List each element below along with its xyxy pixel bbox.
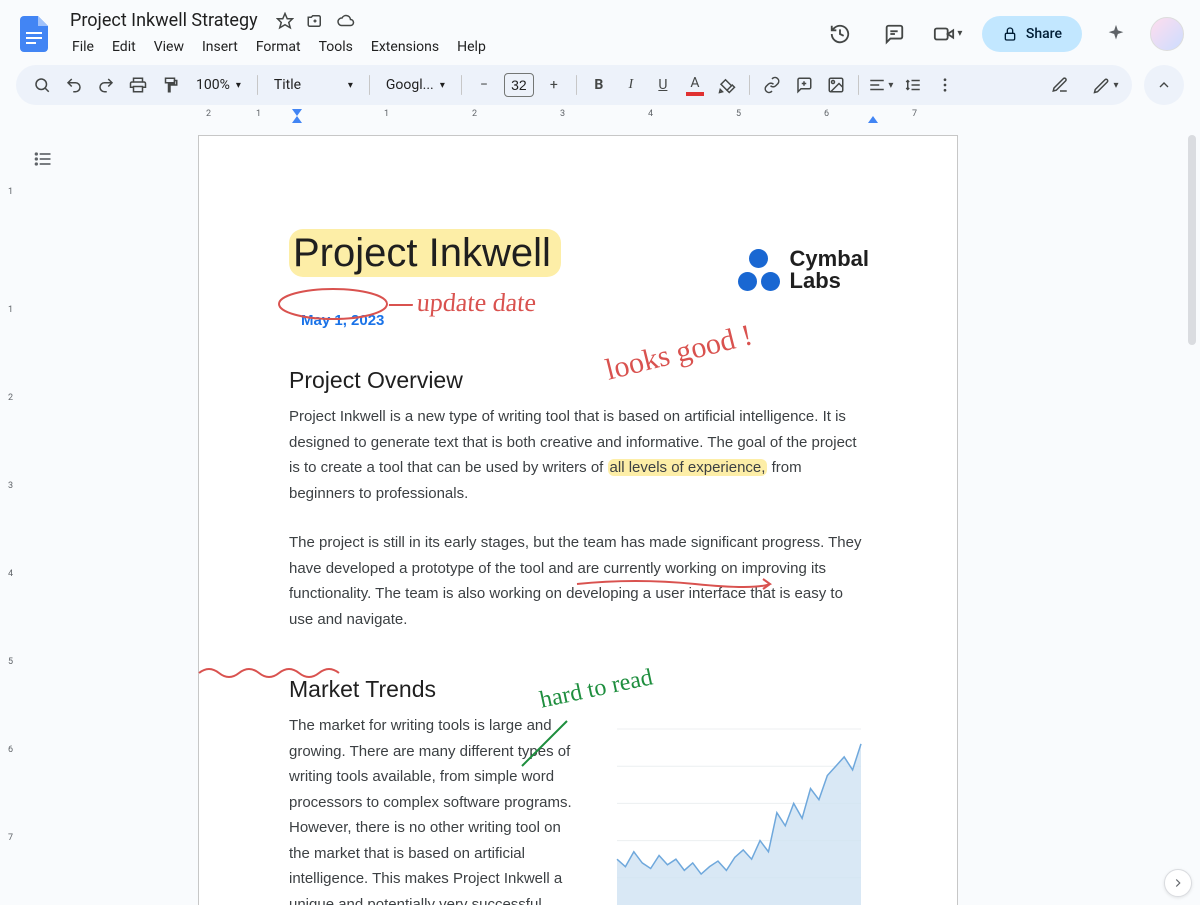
pen-tool-icon[interactable]: ▾ — [1092, 71, 1120, 99]
menu-view[interactable]: View — [146, 35, 192, 59]
ruler-number: 1 — [384, 109, 389, 119]
document-title-input[interactable]: Project Inkwell Strategy — [64, 8, 264, 33]
section-heading-overview[interactable]: Project Overview — [289, 367, 867, 394]
more-tools-icon[interactable] — [931, 71, 959, 99]
menu-extensions[interactable]: Extensions — [363, 35, 447, 59]
embedded-chart[interactable] — [597, 719, 867, 905]
document-outline-icon[interactable] — [29, 145, 57, 173]
cloud-status-icon[interactable] — [336, 12, 356, 30]
body-paragraph[interactable]: The market for writing tools is large an… — [289, 713, 573, 905]
ruler-number: 3 — [560, 109, 565, 119]
text-color-icon[interactable]: A — [681, 71, 709, 99]
paint-format-icon[interactable] — [156, 71, 184, 99]
add-comment-icon[interactable] — [790, 71, 818, 99]
indent-marker-right[interactable] — [868, 116, 878, 123]
document-page[interactable]: CymbalLabs Project Inkwell May 1, 2023 P… — [198, 135, 958, 905]
editing-mode-icon[interactable] — [1046, 71, 1074, 99]
menu-help[interactable]: Help — [449, 35, 494, 59]
ruler-number: 2 — [206, 109, 211, 119]
body-paragraph[interactable]: The project is still in its early stages… — [289, 530, 867, 632]
font-size-decrease[interactable]: − — [470, 71, 498, 99]
doc-heading-title[interactable]: Project Inkwell — [289, 229, 561, 277]
paragraph-style-select[interactable]: Title▾ — [266, 77, 361, 93]
search-icon[interactable] — [28, 71, 56, 99]
print-icon[interactable] — [124, 71, 152, 99]
collapse-toolbar-icon[interactable] — [1144, 65, 1184, 105]
explore-button-icon[interactable] — [1164, 869, 1192, 897]
account-avatar[interactable] — [1150, 17, 1184, 51]
history-icon[interactable] — [820, 14, 860, 54]
vertical-scrollbar[interactable] — [1186, 127, 1198, 905]
menu-tools[interactable]: Tools — [311, 35, 361, 59]
share-label: Share — [1026, 26, 1062, 42]
menu-edit[interactable]: Edit — [104, 35, 144, 59]
indent-marker-left-bottom[interactable] — [292, 116, 302, 123]
ruler-number: 4 — [648, 109, 653, 119]
zoom-select[interactable]: 100%▾ — [188, 77, 249, 93]
align-icon[interactable]: ▾ — [867, 71, 895, 99]
redo-icon[interactable] — [92, 71, 120, 99]
ruler-number: 7 — [912, 109, 917, 119]
ruler-number: 5 — [736, 109, 741, 119]
star-icon[interactable] — [276, 12, 294, 30]
comments-icon[interactable] — [874, 14, 914, 54]
insert-link-icon[interactable] — [758, 71, 786, 99]
indent-marker-left[interactable] — [292, 109, 302, 116]
move-icon[interactable] — [306, 12, 324, 30]
ruler-number: 2 — [472, 109, 477, 119]
docs-logo-icon[interactable] — [16, 16, 52, 52]
font-size-increase[interactable]: + — [540, 71, 568, 99]
font-select[interactable]: Googl...▾ — [378, 77, 453, 93]
insert-image-icon[interactable] — [822, 71, 850, 99]
menu-bar: File Edit View Insert Format Tools Exten… — [64, 35, 812, 59]
highlight-icon[interactable] — [713, 71, 741, 99]
toolbar: 100%▾ Title▾ Googl...▾ − + B I U A ▾ ▾ — [16, 65, 1132, 105]
font-size-input[interactable] — [504, 73, 534, 97]
line-spacing-icon[interactable] — [899, 71, 927, 99]
body-paragraph[interactable]: Project Inkwell is a new type of writing… — [289, 404, 867, 506]
gemini-icon[interactable] — [1096, 14, 1136, 54]
company-logo: CymbalLabs — [738, 248, 869, 292]
ruler-number: 1 — [256, 109, 261, 119]
menu-file[interactable]: File — [64, 35, 102, 59]
underline-icon[interactable]: U — [649, 71, 677, 99]
annotation-circle — [275, 286, 395, 322]
undo-icon[interactable] — [60, 71, 88, 99]
ruler-number: 6 — [824, 109, 829, 119]
italic-icon[interactable]: I — [617, 71, 645, 99]
highlighted-text: all levels of experience, — [608, 459, 768, 476]
menu-format[interactable]: Format — [248, 35, 309, 59]
bold-icon[interactable]: B — [585, 71, 613, 99]
horizontal-ruler[interactable]: 2 1 1 2 3 4 5 6 7 — [34, 109, 1184, 127]
title-bar: Project Inkwell Strategy File Edit View … — [0, 0, 1200, 59]
menu-insert[interactable]: Insert — [194, 35, 246, 59]
meet-icon[interactable]: ▾ — [928, 14, 968, 54]
share-button[interactable]: Share — [982, 16, 1082, 52]
annotation-update-date: update date — [388, 288, 538, 318]
lock-icon — [1002, 26, 1018, 42]
vertical-ruler[interactable]: 1 1 2 3 4 5 6 7 — [6, 127, 26, 905]
section-heading-market[interactable]: Market Trends — [289, 676, 867, 703]
